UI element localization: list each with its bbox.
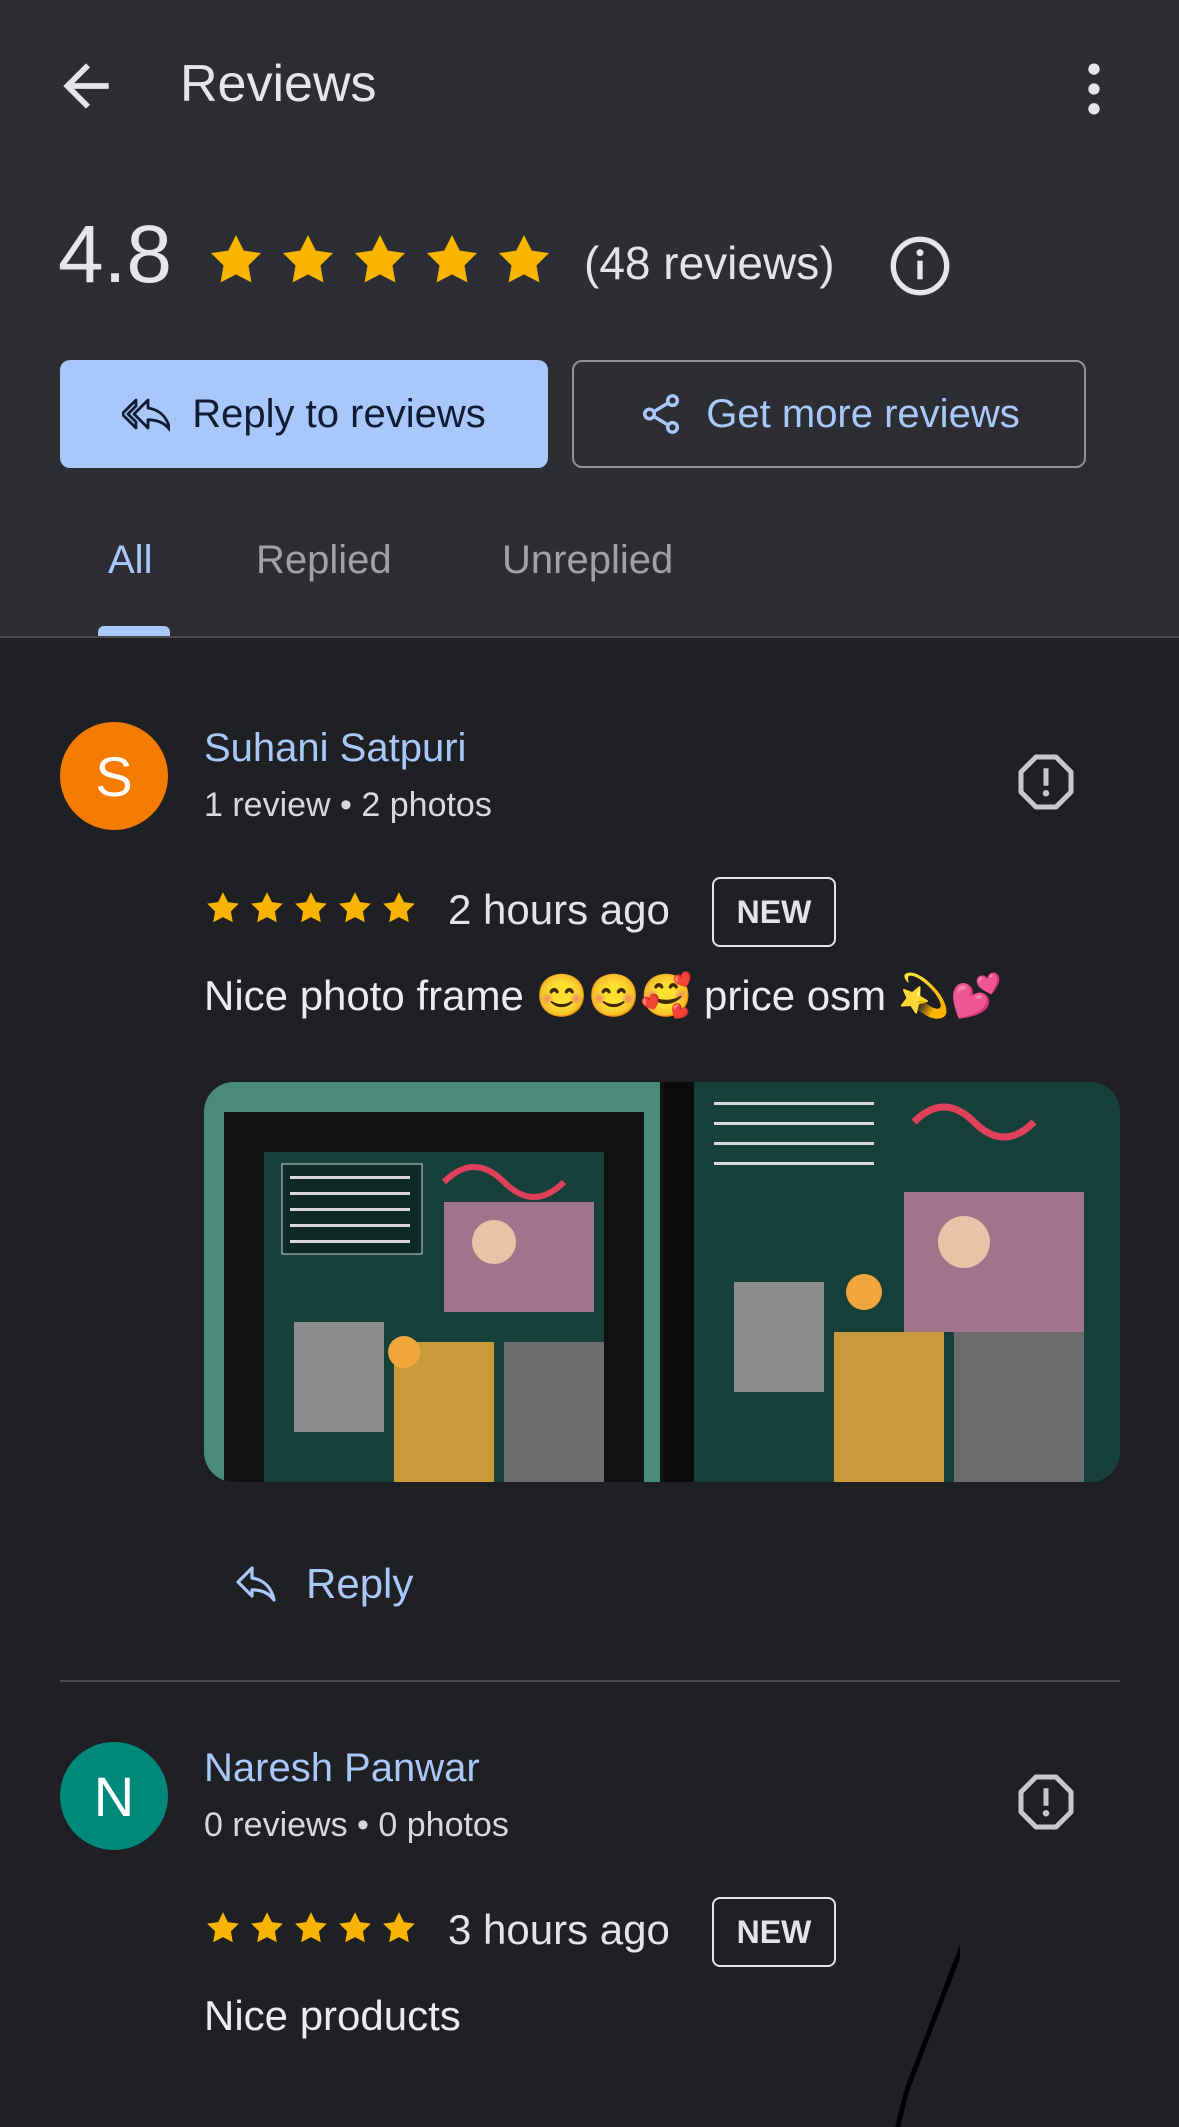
star-icon [383, 1912, 415, 1943]
back-arrow-icon[interactable] [52, 52, 120, 120]
review-count: (48 reviews) [584, 237, 835, 289]
review-time: 2 hours ago [448, 886, 670, 933]
star-icon [283, 235, 333, 283]
reply-label: Reply [306, 1560, 414, 1607]
new-badge: NEW [712, 1897, 836, 1967]
info-icon[interactable] [888, 234, 952, 298]
review-photo[interactable] [204, 1082, 660, 1482]
star-icon [207, 892, 239, 923]
tab-all[interactable]: All [108, 538, 152, 583]
star-icon [499, 235, 549, 283]
star-icon [207, 1912, 239, 1943]
star-icon [295, 1912, 327, 1943]
tabs-divider [0, 636, 1179, 638]
star-icon [211, 235, 261, 283]
get-more-reviews-button[interactable]: Get more reviews [572, 360, 1086, 468]
review-text: Nice products [204, 1992, 461, 2039]
reviewer-meta: 1 review • 2 photos [204, 786, 492, 824]
review-stars [204, 889, 418, 927]
review-divider [60, 1680, 1120, 1682]
reviewer-name[interactable]: Naresh Panwar [204, 1746, 480, 1791]
star-icon [339, 892, 371, 923]
review-time: 3 hours ago [448, 1906, 670, 1953]
report-icon[interactable] [1016, 752, 1076, 812]
page-title: Reviews [180, 55, 377, 113]
star-icon [251, 892, 283, 923]
tab-replied[interactable]: Replied [256, 538, 392, 583]
avatar: S [60, 722, 168, 830]
star-icon [295, 892, 327, 923]
report-icon[interactable] [1016, 1772, 1076, 1832]
share-icon [643, 394, 680, 434]
star-icon [251, 1912, 283, 1943]
avatar: N [60, 1742, 168, 1850]
active-tab-indicator [98, 626, 170, 636]
review-photo[interactable] [664, 1082, 1120, 1482]
get-more-reviews-label: Get more reviews [706, 391, 1020, 436]
reviewer-name[interactable]: Suhani Satpuri [204, 726, 466, 771]
tab-unreplied[interactable]: Unreplied [502, 538, 673, 583]
review-stars [204, 1909, 418, 1947]
reviewer-meta: 0 reviews • 0 photos [204, 1806, 509, 1844]
reply-to-reviews-label: Reply to reviews [192, 391, 486, 436]
reply-icon [236, 1566, 276, 1602]
reply-button[interactable]: Reply [232, 1560, 413, 1608]
average-rating: 4.8 [58, 209, 172, 300]
star-icon [355, 235, 405, 283]
reply-to-reviews-button[interactable]: Reply to reviews [60, 360, 548, 468]
review-photos [204, 1082, 1120, 1482]
rating-stars [206, 230, 554, 290]
new-badge: NEW [712, 877, 836, 947]
star-icon [427, 235, 477, 283]
star-icon [383, 892, 415, 923]
star-icon [339, 1912, 371, 1943]
reply-all-icon [122, 398, 171, 432]
review-text: Nice photo frame 😊😊🥰 price osm 💫💕 [204, 972, 1003, 1019]
more-options-icon[interactable] [1060, 55, 1128, 123]
drawn-stroke [895, 1944, 960, 2127]
